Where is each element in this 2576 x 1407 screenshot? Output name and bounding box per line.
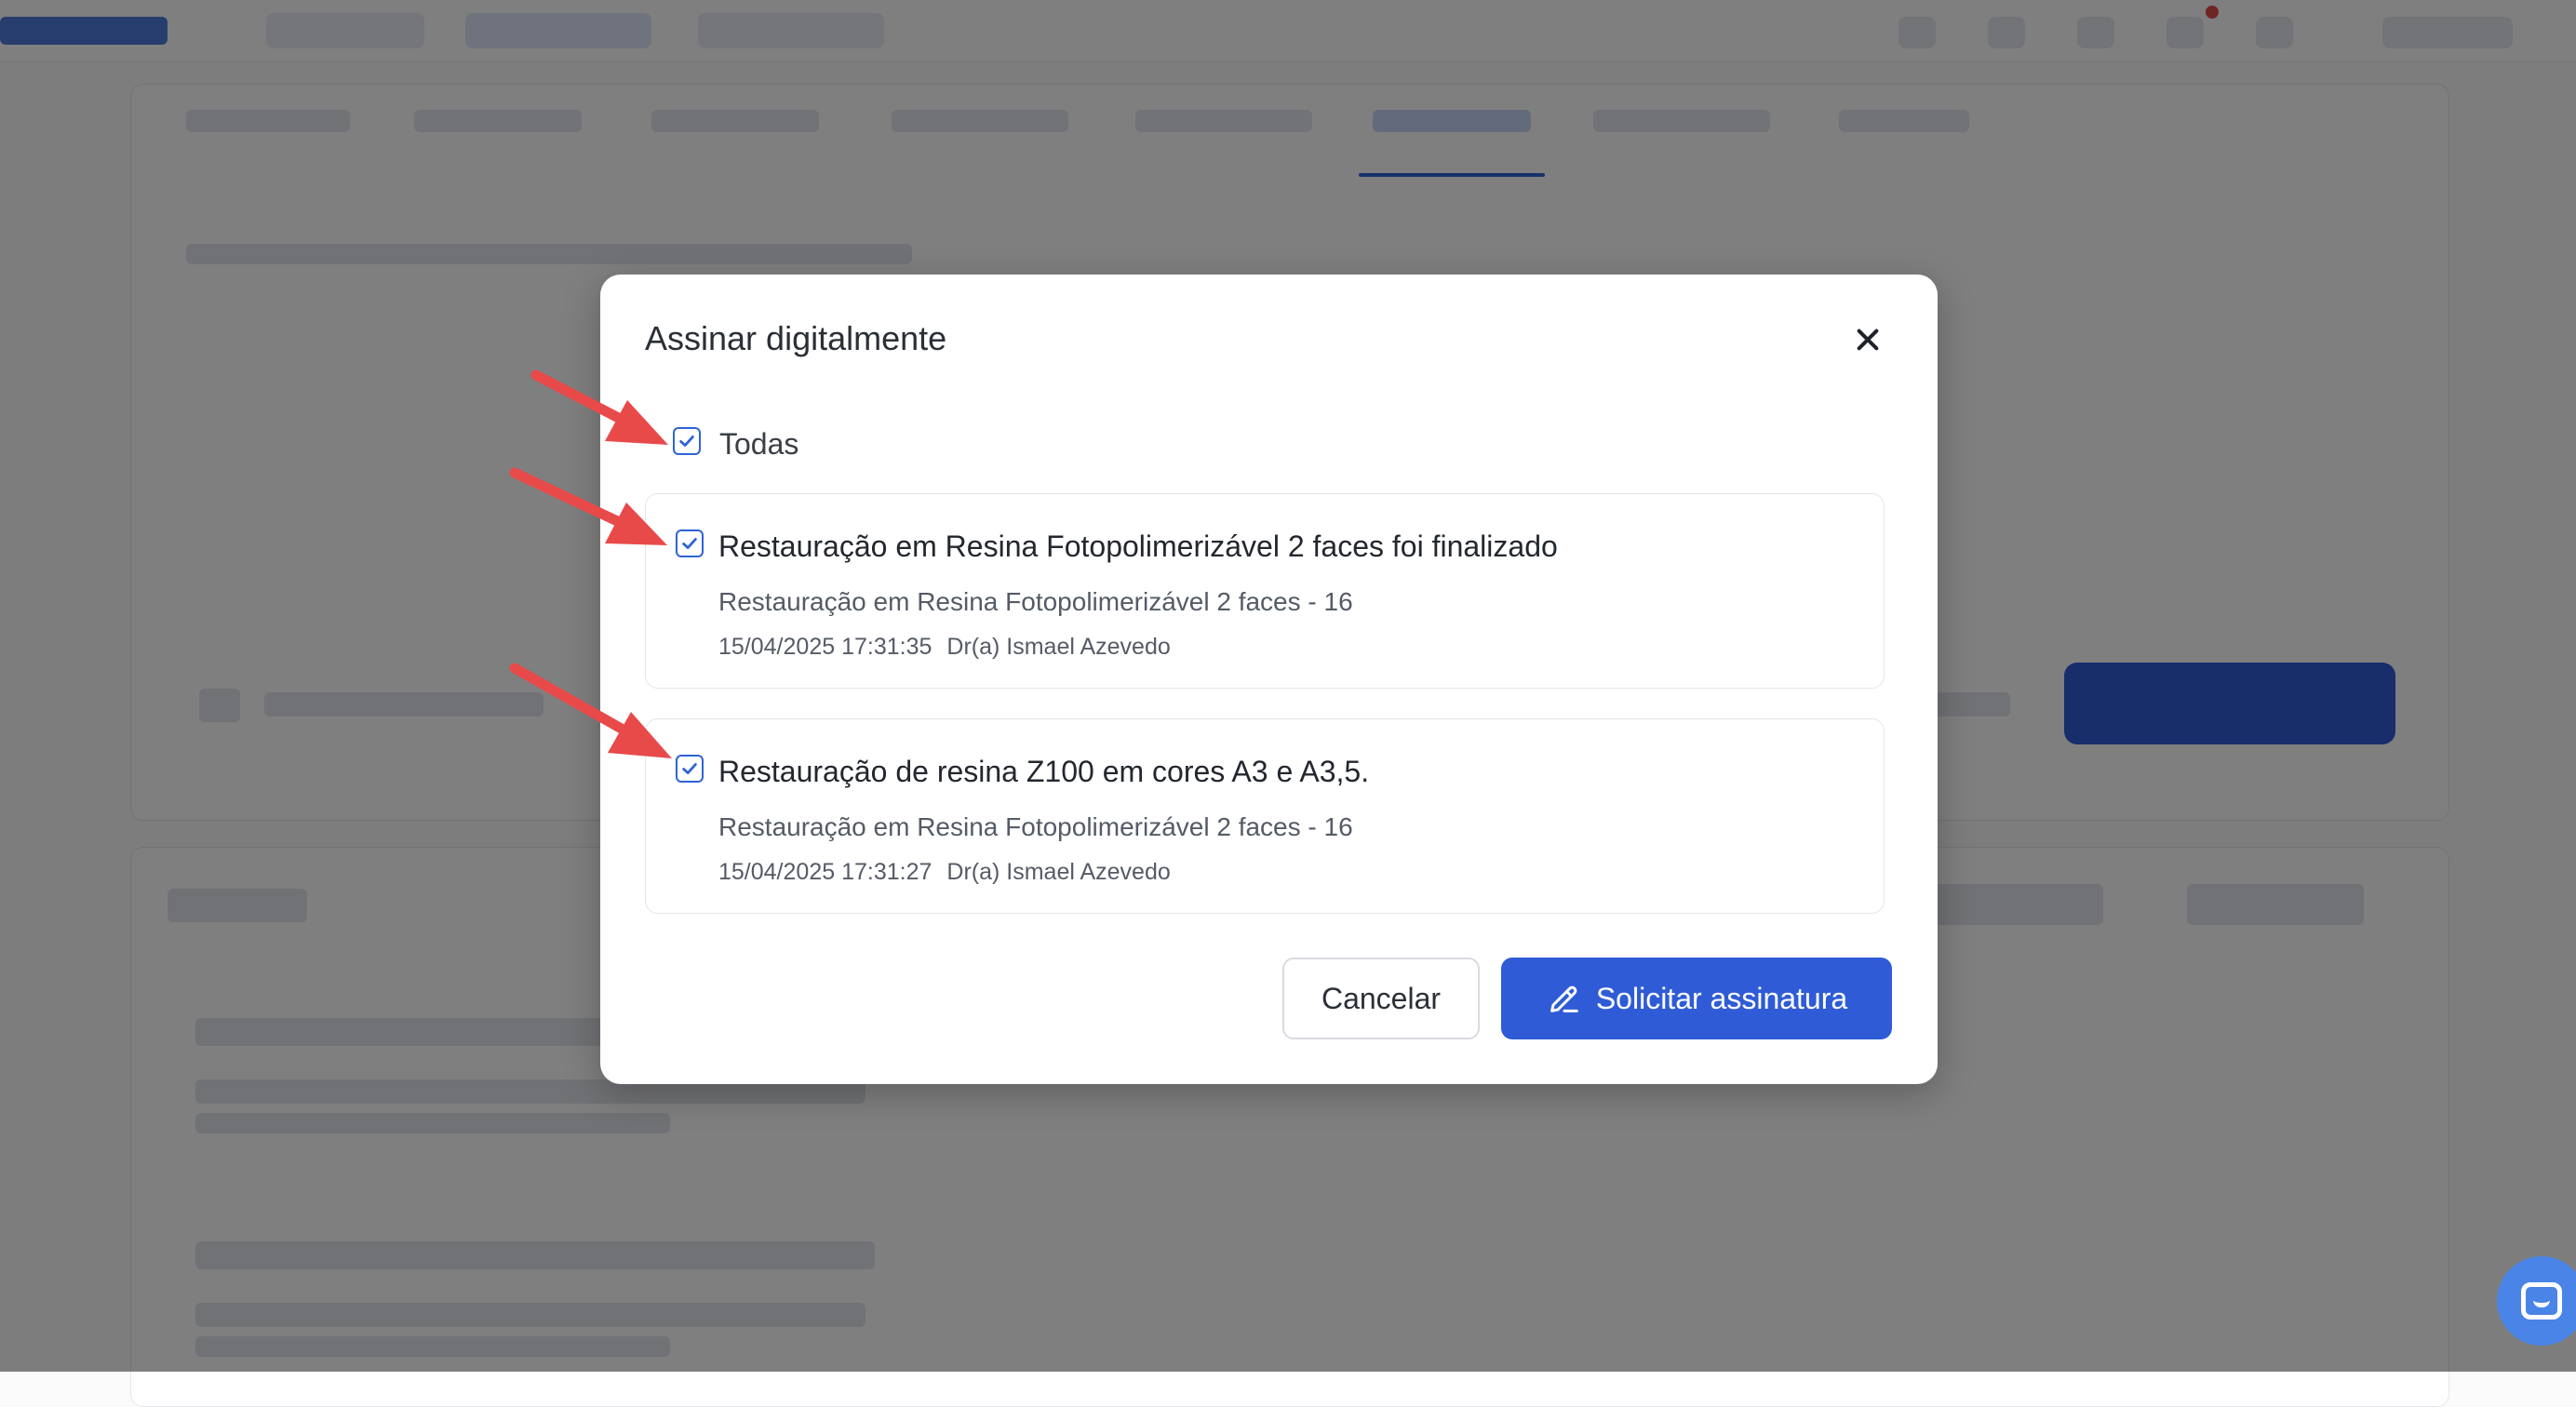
item-datetime: 15/04/2025 17:31:35 <box>718 634 932 660</box>
item-doctor: Dr(a) Ismael Azevedo <box>946 859 1171 885</box>
chat-icon <box>2521 1282 2562 1320</box>
item-subtitle: Restauração em Resina Fotopolimerizável … <box>718 587 1353 616</box>
item-title: Restauração de resina Z100 em cores A3 e… <box>718 755 1370 788</box>
cancel-button[interactable]: Cancelar <box>1282 958 1480 1039</box>
dialog-title: Assinar digitalmente <box>645 319 947 357</box>
close-button[interactable] <box>1847 319 1888 360</box>
select-all-checkbox[interactable] <box>673 427 701 455</box>
close-icon <box>1857 328 1879 351</box>
item-subtitle: Restauração em Resina Fotopolimerizável … <box>718 812 1353 841</box>
item-title: Restauração em Resina Fotopolimerizável … <box>718 529 1558 563</box>
sign-dialog: Assinar digitalmente Todas Restauração e… <box>600 275 1938 1084</box>
request-signature-label: Solicitar assinatura <box>1595 981 1848 1015</box>
request-signature-button[interactable]: Solicitar assinatura <box>1501 958 1892 1039</box>
checkmark-icon <box>679 436 694 447</box>
item-checkbox[interactable] <box>676 529 704 557</box>
list-item: Restauração de resina Z100 em cores A3 e… <box>645 718 1885 914</box>
item-datetime: 15/04/2025 17:31:27 <box>718 859 932 885</box>
checkmark-icon <box>682 538 697 549</box>
list-item: Restauração em Resina Fotopolimerizável … <box>645 493 1885 689</box>
chat-launcher-button[interactable] <box>2497 1256 2576 1346</box>
item-checkbox[interactable] <box>676 755 704 783</box>
checkmark-icon <box>682 763 697 774</box>
pen-icon <box>1550 985 1578 1012</box>
item-meta: 15/04/2025 17:31:35 Dr(a) Ismael Azevedo <box>718 634 1171 661</box>
item-meta: 15/04/2025 17:31:27 Dr(a) Ismael Azevedo <box>718 859 1171 886</box>
item-doctor: Dr(a) Ismael Azevedo <box>946 634 1171 660</box>
select-all-label: Todas <box>719 427 799 461</box>
